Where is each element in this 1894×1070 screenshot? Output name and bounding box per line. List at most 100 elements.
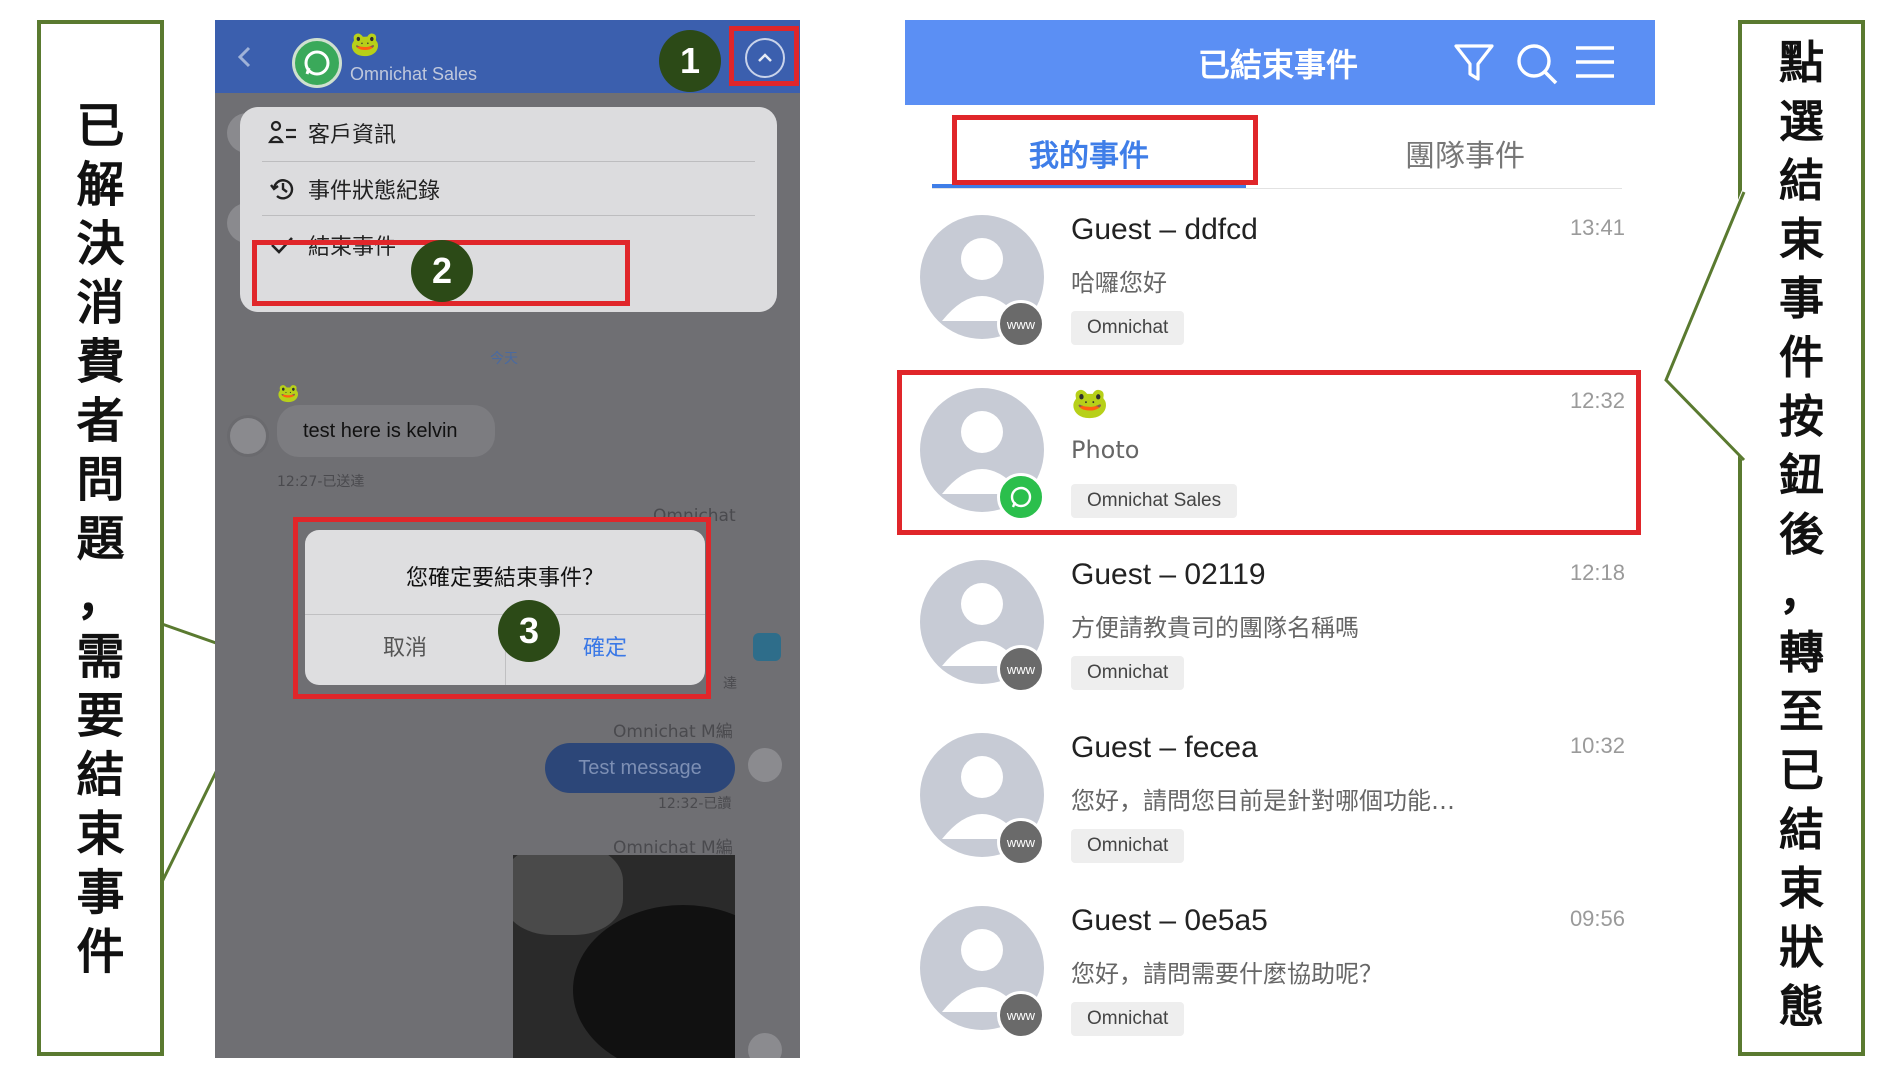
filter-icon[interactable] <box>1453 42 1495 84</box>
avatar <box>753 633 781 661</box>
event-list-item[interactable]: www Guest – 02119 方便請教貴司的團隊名稱嗎 Omnichat … <box>905 550 1625 710</box>
timestamp: 12:18 <box>1569 560 1625 585</box>
step-badge: 3 <box>498 600 560 662</box>
tabs-divider <box>932 188 1622 189</box>
right-callout-pointer <box>1664 190 1746 462</box>
page-title: 已結束事件 <box>1198 46 1359 84</box>
message-preview: 您好，請問需要什麼協助呢？ <box>1071 960 1383 988</box>
callout-char: 態 <box>1778 980 1824 1033</box>
photo-message[interactable] <box>513 855 735 1058</box>
web-channel-icon: www <box>997 818 1045 866</box>
callout-char: 按 <box>1778 390 1824 443</box>
message-text: test here is kelvin <box>303 419 458 442</box>
message-preview: 方便請教貴司的團隊名稱嗎 <box>1071 614 1359 642</box>
callout-char: 束 <box>1778 862 1824 915</box>
menu-icon[interactable] <box>1574 44 1616 80</box>
callout-char: 已 <box>1778 744 1824 797</box>
callout-char: 解 <box>76 157 125 213</box>
whatsapp-icon <box>292 38 342 88</box>
contact-name: Guest – 02119 <box>1071 558 1266 591</box>
contact-emoji: 🐸 <box>350 30 380 58</box>
menu-divider <box>262 215 755 216</box>
history-icon <box>270 179 294 200</box>
tab-label: 團隊事件 <box>1405 139 1525 174</box>
date-divider: 今天 <box>490 351 518 367</box>
highlight-confirm-dialog <box>293 517 711 699</box>
channel-tag: Omnichat <box>1071 656 1185 690</box>
message-bubble: Test message <box>545 743 735 793</box>
highlight-ended-event <box>897 370 1641 535</box>
callout-char: 轉 <box>1778 626 1824 679</box>
web-channel-icon: www <box>997 300 1045 348</box>
callout-char: 事 <box>76 865 125 921</box>
menu-item-status-log[interactable]: 事件狀態紀錄 <box>268 169 440 209</box>
message-preview: 哈囉您好 <box>1071 269 1167 297</box>
message-preview: 您好，請問您目前是針對哪個功能… <box>1071 787 1455 815</box>
menu-item-label: 客戶資訊 <box>308 123 397 148</box>
highlight-expand-button <box>729 26 799 86</box>
tab-team-events[interactable]: 團隊事件 <box>1308 118 1622 188</box>
callout-char: 件 <box>76 924 125 980</box>
callout-char: 消 <box>76 275 125 331</box>
step-badge: 2 <box>411 240 473 302</box>
callout-char: 題 <box>76 511 125 567</box>
callout-char: 束 <box>76 806 125 862</box>
timestamp: 09:56 <box>1569 906 1625 931</box>
message-bubble: test here is kelvin <box>277 405 495 457</box>
callout-char: 者 <box>76 393 125 449</box>
highlight-my-events-tab <box>952 115 1258 185</box>
menu-item-label: 事件狀態紀錄 <box>308 179 441 204</box>
avatar <box>748 1033 782 1058</box>
callout-char: ， <box>1778 567 1824 620</box>
event-list-item[interactable]: www Guest – ddfcd 哈囉您好 Omnichat 13:41 <box>905 205 1625 365</box>
callout-char: 狀 <box>1778 921 1824 974</box>
avatar <box>227 415 269 457</box>
callout-char: 決 <box>76 216 125 272</box>
menu-item-customer-info[interactable]: 客戶資訊 <box>268 113 396 153</box>
callout-char: 結 <box>1778 803 1824 856</box>
callout-char: 點 <box>1778 36 1824 89</box>
callout-char: 後 <box>1778 508 1824 561</box>
sender-emoji: 🐸 <box>277 383 300 404</box>
callout-char: 已 <box>76 98 125 154</box>
channel-tag: Omnichat <box>1071 1002 1185 1036</box>
channel-tag: Omnichat <box>1071 311 1185 345</box>
callout-char: 事 <box>1778 272 1824 325</box>
chevron-left-icon[interactable] <box>237 46 253 68</box>
event-list-item[interactable]: www Guest – fecea 您好，請問您目前是針對哪個功能… Omnic… <box>905 723 1625 883</box>
message-meta: 12:27-已送達 <box>277 474 365 490</box>
photo-bedding <box>513 855 623 935</box>
user-list-icon <box>268 120 296 144</box>
list-header: 已結束事件 <box>905 20 1655 105</box>
callout-char: 鈕 <box>1778 449 1824 502</box>
search-icon[interactable] <box>1515 42 1559 86</box>
right-callout-text: 點選結束事件按鈕後，轉至已結束狀態 <box>1738 40 1865 1029</box>
timestamp: 13:41 <box>1569 215 1625 240</box>
contact-name: Guest – fecea <box>1071 731 1258 764</box>
callout-char: 束 <box>1778 213 1824 266</box>
callout-char: 結 <box>76 747 125 803</box>
callout-char: 問 <box>76 452 125 508</box>
message-meta: 達 <box>723 676 737 692</box>
callout-char: 需 <box>76 629 125 685</box>
web-channel-icon: www <box>997 645 1045 693</box>
channel-tag: Omnichat <box>1071 829 1185 863</box>
message-meta: 12:32-已讀 <box>658 796 732 812</box>
timestamp: 10:32 <box>1569 733 1625 758</box>
avatar <box>748 748 782 782</box>
event-list-item[interactable]: www Guest – 0e5a5 您好，請問需要什麼協助呢？ Omnichat… <box>905 896 1625 1056</box>
callout-char: 結 <box>1778 154 1824 207</box>
contact-name: Guest – ddfcd <box>1071 213 1258 246</box>
step-badge: 1 <box>659 30 721 92</box>
callout-char: 費 <box>76 334 125 390</box>
callout-char: 選 <box>1778 95 1824 148</box>
callout-char: 要 <box>76 688 125 744</box>
contact-name: Guest – 0e5a5 <box>1071 904 1268 937</box>
menu-divider <box>262 161 755 162</box>
message-text: Test message <box>578 756 702 779</box>
left-callout-text: 已解決消費者問題，需要結束事件 <box>37 102 164 976</box>
callout-char: ， <box>76 570 125 626</box>
web-channel-icon: www <box>997 991 1045 1039</box>
callout-char: 件 <box>1778 331 1824 384</box>
sender-name: Omnichat M編 <box>613 722 733 742</box>
